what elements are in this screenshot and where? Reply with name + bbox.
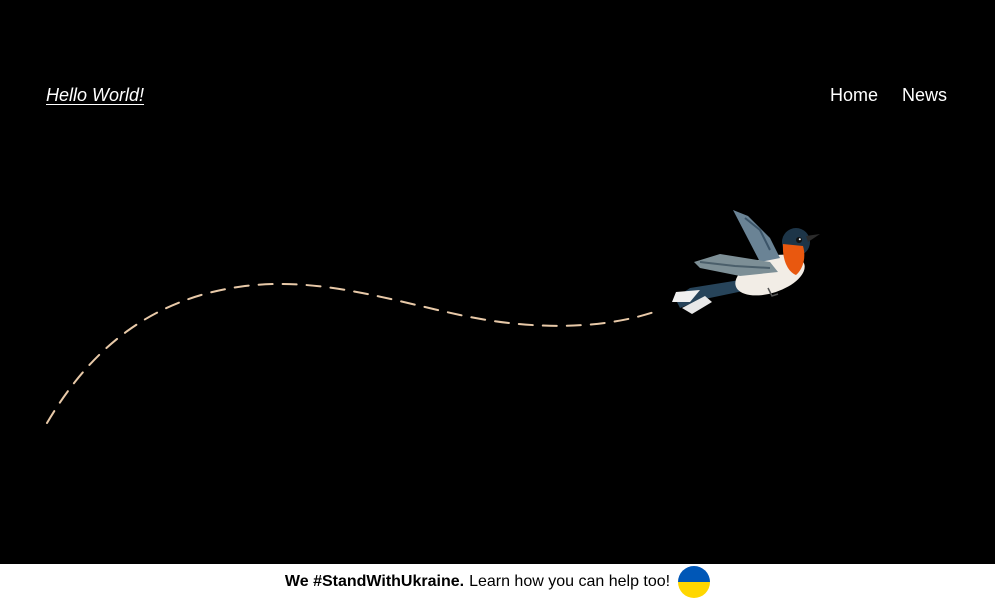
site-title-link[interactable]: Hello World! (46, 85, 144, 106)
flag-bottom-stripe (678, 581, 711, 598)
bird-image (672, 210, 820, 314)
site-header: Hello World! Home News (0, 0, 995, 140)
primary-navigation: Home News (830, 85, 947, 106)
ukraine-support-banner: We #StandWithUkraine. Learn how you can … (0, 564, 995, 599)
page: Hello World! Home News We #StandWithUkra… (0, 0, 995, 599)
banner-headline: We #StandWithUkraine. (284, 572, 465, 590)
nav-link-news[interactable]: News (902, 85, 947, 106)
nav-link-home[interactable]: Home (830, 85, 878, 106)
ukraine-flag-icon (678, 565, 711, 598)
banner-help-link[interactable]: Learn how you can help too! (469, 573, 670, 591)
hero-illustration (46, 210, 820, 424)
flag-top-stripe (678, 565, 711, 582)
flight-trail (46, 283, 661, 424)
